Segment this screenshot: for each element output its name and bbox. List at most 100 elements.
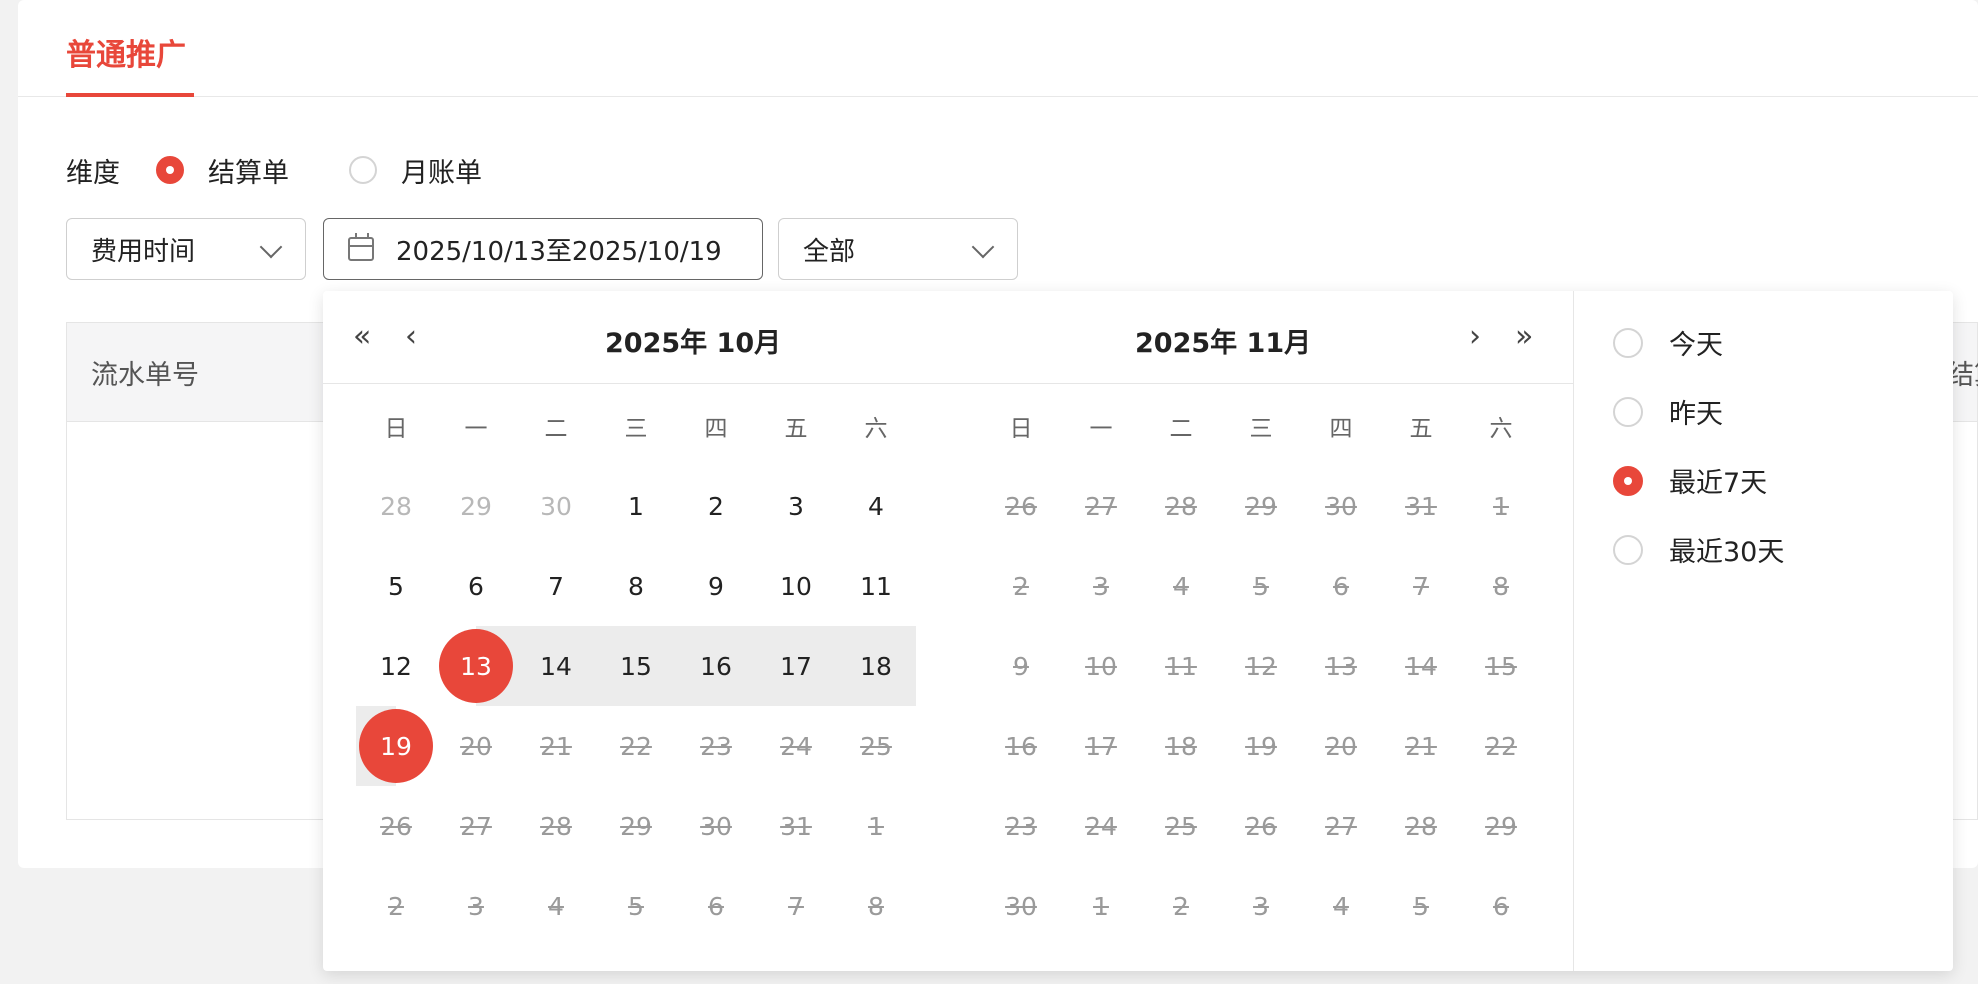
calendar-day-number: 30 [700,811,732,841]
calendar-day-number: 4 [548,891,564,921]
radio-unchecked-icon[interactable] [1613,396,1643,427]
next-month-icon[interactable]: › [1469,319,1481,354]
calendar-day[interactable]: 29 [436,466,516,546]
calendar-day: 22 [1461,706,1541,786]
calendar-day[interactable]: 5 [356,546,436,626]
calendar-day: 1 [1461,466,1541,546]
calendar-day[interactable]: 19 [356,706,436,786]
prev-year-icon[interactable]: « [353,319,371,354]
dimension-option-label: 结算单 [208,157,289,189]
radio-checked-icon[interactable] [156,156,184,184]
calendar-day-number: 6 [1493,891,1509,921]
weekday-label: 四 [1329,416,1353,442]
calendar-day[interactable]: 4 [836,466,916,546]
radio-checked-icon[interactable] [1613,465,1643,496]
scope-select[interactable]: 全部 [778,218,1018,280]
dimension-option-settlement[interactable]: 结算单 [156,151,289,190]
quick-range-yesterday[interactable]: 昨天 [1613,392,1723,431]
calendar-day: 30 [1301,466,1381,546]
calendar-day: 22 [596,706,676,786]
calendar-day[interactable]: 15 [596,626,676,706]
tab-bar: 普通推广 [18,0,1978,97]
date-range-input[interactable]: 2025/10/13至2025/10/19 [323,218,763,280]
calendar-day-number: 1 [628,491,644,521]
calendar-day: 6 [1301,546,1381,626]
calendar-day-number: 22 [1485,731,1517,761]
week-row: 26 27 28 29 30 31 1 [356,786,916,866]
calendar-day: 30 [981,866,1061,946]
calendar-day: 4 [1141,546,1221,626]
calendar-day[interactable]: 1 [596,466,676,546]
calendar-day[interactable]: 6 [436,546,516,626]
calendar-day-number: 20 [460,731,492,761]
weekday-label: 五 [1409,416,1433,442]
calendar-day[interactable]: 2 [676,466,756,546]
calendar-day[interactable]: 28 [356,466,436,546]
calendar-day-number: 3 [1253,891,1269,921]
column-header-serial-no: 流水单号 [91,360,199,391]
calendar-day: 21 [516,706,596,786]
calendar-day-number: 27 [1085,491,1117,521]
date-range-value: 2025/10/13至2025/10/19 [396,236,722,267]
calendar-day-number: 26 [1245,811,1277,841]
tab-normal-promotion[interactable]: 普通推广 [66,30,186,74]
prev-month-icon[interactable]: ‹ [405,319,417,354]
calendar-day-number: 18 [1165,731,1197,761]
quick-range-last-30-days[interactable]: 最近30天 [1613,530,1784,569]
calendar-day-number: 14 [540,651,572,681]
calendar-day-number: 10 [780,571,812,601]
calendar-day-number: 14 [1405,651,1437,681]
calendar-day[interactable]: 13 [436,626,516,706]
calendar-day: 31 [756,786,836,866]
calendar-day: 29 [1461,786,1541,866]
radio-unchecked-icon[interactable] [1613,327,1643,358]
quick-range-today[interactable]: 今天 [1613,323,1723,362]
calendar-day-number: 7 [1413,571,1429,601]
radio-unchecked-icon[interactable] [1613,534,1643,565]
left-month-title: 2025年 10月 [605,328,782,359]
calendar-day[interactable]: 14 [516,626,596,706]
calendar-day: 28 [516,786,596,866]
calendar-day[interactable]: 7 [516,546,596,626]
dimension-option-monthly[interactable]: 月账单 [349,151,482,190]
calendar-day-number: 3 [468,891,484,921]
dimension-option-label: 月账单 [401,157,482,189]
calendar-day-number: 6 [708,891,724,921]
next-year-icon[interactable]: » [1515,319,1533,354]
calendar-day-number: 2 [1173,891,1189,921]
calendar-day: 30 [676,786,756,866]
calendar-day[interactable]: 8 [596,546,676,626]
calendar-day-number: 9 [708,571,724,601]
calendar-day: 18 [1141,706,1221,786]
calendar-day[interactable]: 16 [676,626,756,706]
calendar-day-number: 29 [460,491,492,521]
calendar-day: 16 [981,706,1061,786]
calendar-day[interactable]: 30 [516,466,596,546]
calendar-day[interactable]: 9 [676,546,756,626]
calendar-day[interactable]: 10 [756,546,836,626]
scope-value: 全部 [803,236,856,267]
calendar-day[interactable]: 18 [836,626,916,706]
calendar-day-number: 6 [1333,571,1349,601]
quick-range-last-7-days[interactable]: 最近7天 [1613,461,1767,500]
radio-unchecked-icon[interactable] [349,156,377,184]
calendar-day: 10 [1061,626,1141,706]
calendar-day-number: 28 [1165,491,1197,521]
calendar-day-number: 17 [1085,731,1117,761]
calendar-day[interactable]: 3 [756,466,836,546]
calendar-day[interactable]: 17 [756,626,836,706]
time-type-value: 费用时间 [91,236,196,267]
weekday-label: 三 [624,416,648,442]
calendar-day[interactable]: 11 [836,546,916,626]
calendar-day: 3 [1061,546,1141,626]
dimension-row: 维度 结算单 月账单 [66,148,542,192]
weekday-label: 五 [784,416,808,442]
calendar-day-number: 26 [380,811,412,841]
calendar-day: 26 [1221,786,1301,866]
calendar-day: 19 [1221,706,1301,786]
calendar-day: 1 [836,786,916,866]
calendar-day[interactable]: 12 [356,626,436,706]
calendar-day-number: 21 [1405,731,1437,761]
calendar-day-number: 17 [780,651,812,681]
time-type-select[interactable]: 费用时间 [66,218,306,280]
